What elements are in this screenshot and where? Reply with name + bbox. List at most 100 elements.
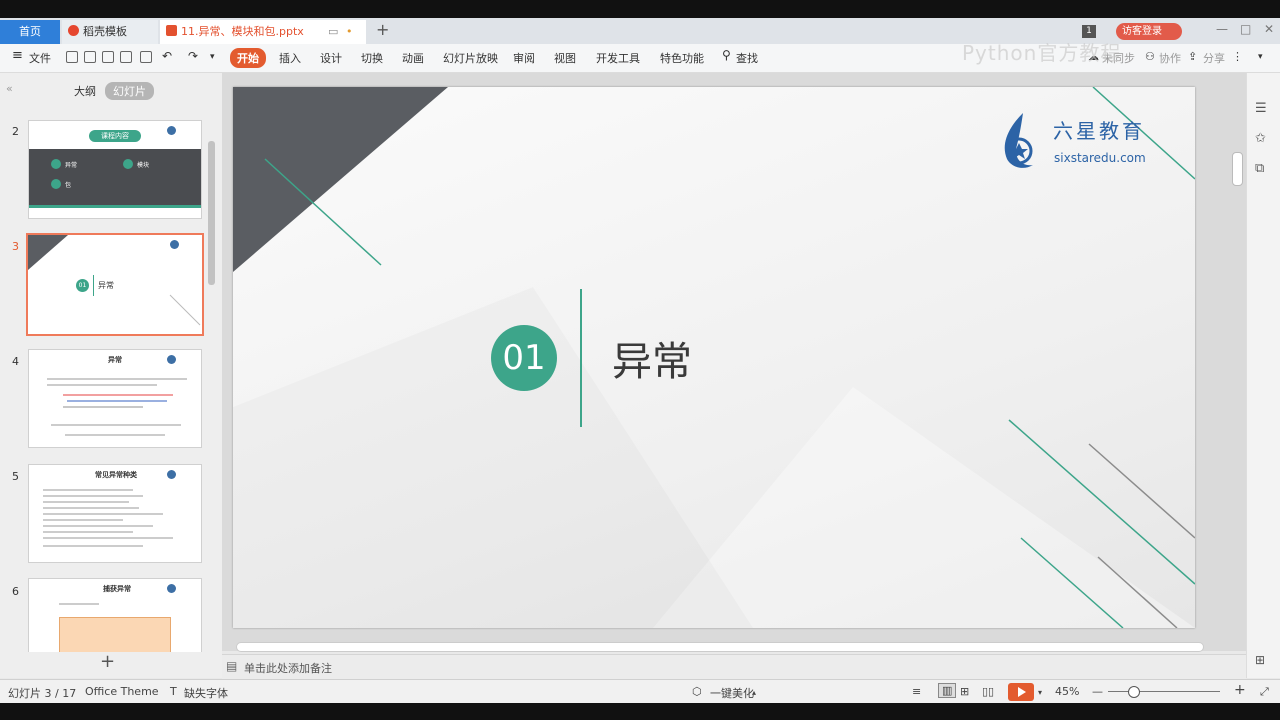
open-icon[interactable]	[66, 51, 78, 63]
transition-icon[interactable]: ⧉	[1255, 161, 1264, 176]
menu-features[interactable]: 特色功能	[660, 50, 704, 66]
thumb-decoration	[28, 235, 201, 326]
menu-home[interactable]: 开始	[230, 48, 266, 68]
reading-view-icon[interactable]: ▯▯	[982, 685, 994, 698]
menu-slideshow[interactable]: 幻灯片放映	[443, 50, 498, 66]
menu-transition[interactable]: 切换	[361, 50, 383, 66]
logo-icon	[167, 584, 176, 593]
close-icon[interactable]: ✕	[1264, 22, 1274, 36]
login-button-label: 访客登录	[1122, 26, 1162, 37]
menu-review[interactable]: 审阅	[513, 50, 535, 66]
collapse-ribbon-icon[interactable]: ▾	[1258, 52, 1263, 62]
tab-slides[interactable]: 幻灯片	[105, 82, 154, 100]
save-icon[interactable]	[84, 51, 96, 63]
notes-area[interactable]: ▤ 单击此处添加备注	[222, 654, 1246, 679]
thumb-item: 包	[65, 182, 72, 189]
fit-window-icon[interactable]: ⤢	[1260, 685, 1269, 699]
minimize-icon[interactable]: —	[1216, 22, 1228, 36]
properties-icon[interactable]: ☰	[1255, 101, 1267, 116]
tab-document[interactable]: 11.异常、模块和包.pptx ▭ •	[160, 20, 366, 44]
slide-thumbnail-5[interactable]: 常见异常种类	[28, 464, 202, 563]
customize-dropdown-icon[interactable]: ▾	[210, 52, 215, 62]
logo-icon	[167, 355, 176, 364]
zoom-out-icon[interactable]: —	[1092, 685, 1103, 698]
watermark: Python官方教程	[962, 41, 1122, 65]
menu-collab[interactable]: 协作	[1159, 50, 1181, 66]
thumb-item: 模块	[137, 162, 150, 169]
maximize-icon[interactable]: □	[1240, 22, 1251, 36]
right-toolbar: ☰ ✩ ⧉ ⊞	[1246, 73, 1280, 678]
undo-icon[interactable]: ↶	[162, 49, 172, 63]
slide-thumbnail-3[interactable]: 01 异常	[26, 233, 204, 336]
menu-view[interactable]: 视图	[554, 50, 576, 66]
menu-animation[interactable]: 动画	[402, 50, 424, 66]
share-icon[interactable]: ⇪	[1188, 50, 1197, 63]
export-pdf-icon[interactable]	[102, 51, 114, 63]
menu-file[interactable]: 文件	[29, 50, 51, 66]
notes-toggle-icon[interactable]: ≡	[912, 685, 921, 698]
normal-view-icon[interactable]: ▥	[938, 683, 957, 698]
beautify-icon[interactable]: ⬡	[692, 685, 702, 698]
play-dropdown-icon[interactable]: ▾	[1038, 688, 1042, 697]
sorter-view-icon[interactable]: ⊞	[960, 685, 969, 698]
redo-icon[interactable]: ↷	[188, 49, 198, 63]
collab-icon[interactable]: ⚇	[1145, 50, 1155, 63]
search-icon[interactable]: ⚲	[722, 48, 731, 62]
missing-font-icon[interactable]: T	[170, 685, 177, 698]
menu-search[interactable]: 查找	[736, 50, 758, 66]
more-icon[interactable]: ⋮	[1232, 50, 1243, 63]
new-tab-plus-icon[interactable]: +	[376, 20, 389, 39]
hamburger-icon[interactable]: ≡	[12, 48, 23, 63]
menu-share[interactable]: 分享	[1203, 50, 1225, 66]
thumb-title: 捕获异常	[103, 585, 131, 593]
unsaved-dot-icon: •	[346, 25, 353, 38]
logo-text-en: sixstaredu.com	[1054, 151, 1146, 165]
thumb-title: 异常	[108, 356, 122, 364]
beautify-dropdown-icon[interactable]: ▴	[752, 688, 756, 697]
thumb-title: 常见异常种类	[95, 471, 137, 479]
grid-view-icon[interactable]: ⊞	[1255, 653, 1265, 667]
slide-thumbnail-6[interactable]: 捕获异常	[28, 578, 202, 652]
bottom-strip	[0, 703, 1280, 720]
tab-template[interactable]: 稻壳模板	[62, 20, 158, 44]
print-icon[interactable]	[120, 51, 132, 63]
notes-placeholder[interactable]: 单击此处添加备注	[244, 660, 332, 676]
monitor-icon[interactable]: ▭	[328, 20, 338, 44]
logo-icon	[167, 470, 176, 479]
play-slideshow-button[interactable]	[1008, 683, 1034, 701]
thumb-number: 6	[12, 585, 19, 598]
collapse-panel-icon[interactable]: «	[6, 82, 13, 95]
tab-home[interactable]: 首页	[0, 20, 60, 44]
slide-editor[interactable]: 01 异常 六星教育 sixstaredu.com	[233, 87, 1195, 628]
sixstar-logo-icon	[1004, 113, 1033, 168]
thumb-number: 2	[12, 125, 19, 138]
preview-icon[interactable]	[140, 51, 152, 63]
zoom-level[interactable]: 45%	[1055, 685, 1079, 698]
panel-scrollbar[interactable]	[208, 141, 215, 285]
canvas-vertical-scrollbar[interactable]	[1232, 152, 1243, 186]
tab-outline[interactable]: 大纲	[74, 83, 96, 99]
login-button[interactable]: 访客登录	[1116, 23, 1182, 40]
beautify-button[interactable]: 一键美化	[710, 685, 754, 701]
zoom-slider-handle[interactable]	[1128, 686, 1140, 698]
zoom-in-icon[interactable]: +	[1234, 682, 1246, 698]
canvas-horizontal-scrollbar[interactable]	[236, 642, 1204, 652]
menu-design[interactable]: 设计	[320, 50, 342, 66]
tab-template-label: 稻壳模板	[83, 25, 127, 38]
thumb-title: 异常	[98, 281, 114, 290]
animation-icon[interactable]: ✩	[1255, 131, 1266, 146]
thumb-item: 异常	[65, 162, 78, 169]
slide-decoration	[233, 87, 1195, 628]
menu-developer[interactable]: 开发工具	[596, 50, 640, 66]
zoom-slider-track[interactable]	[1108, 691, 1220, 692]
menu-insert[interactable]: 插入	[279, 50, 301, 66]
slide-thumbnail-4[interactable]: 异常	[28, 349, 202, 448]
logo-icon	[170, 240, 179, 249]
slide-thumbnail-2[interactable]: 课程内容 异常 模块 包	[28, 120, 202, 219]
tab-document-label: 11.异常、模块和包.pptx	[181, 25, 304, 38]
add-slide-plus-icon[interactable]: +	[100, 651, 115, 672]
notes-icon: ▤	[226, 659, 238, 673]
missing-font-label[interactable]: 缺失字体	[184, 685, 228, 701]
thumb-number: 4	[12, 355, 19, 368]
thumb-number: 5	[12, 470, 19, 483]
